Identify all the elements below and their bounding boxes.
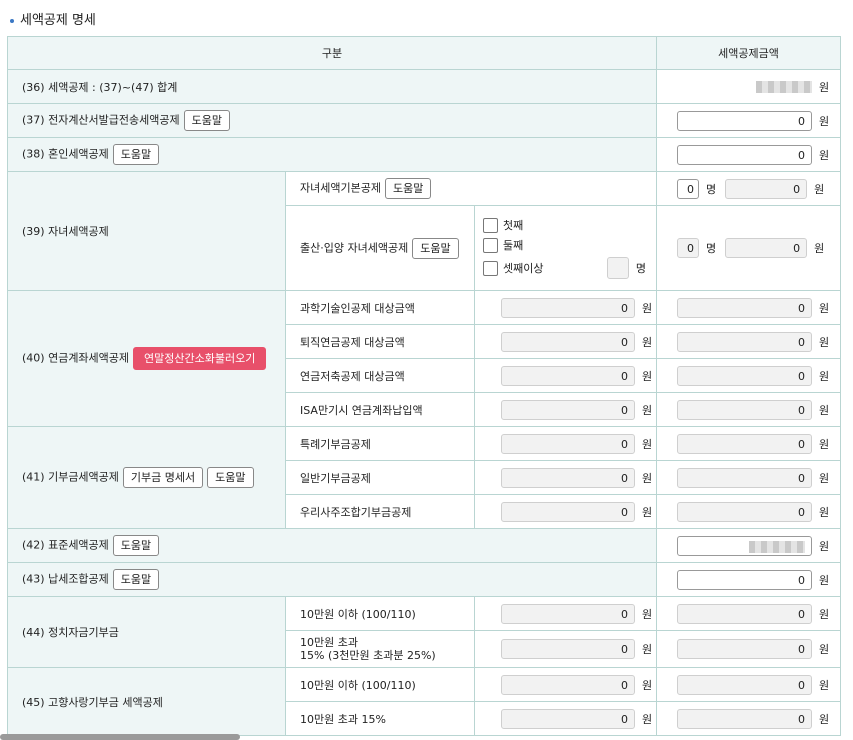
checkbox-third[interactable]: 셋째이상 명 (483, 257, 646, 279)
amount-41-1: 0 (677, 433, 813, 454)
amount-40-1: 0 (677, 297, 813, 318)
row-41-sub-1: 특례기부금공제 (285, 426, 475, 461)
section-title: 세액공제 명세 (10, 9, 96, 28)
row-40-sub-1: 과학기술인공제 대상금액 (285, 290, 475, 325)
row-43-amount: 0원 (656, 562, 842, 597)
row-38-amount: 0원 (656, 137, 842, 172)
row-44-sub-1: 10만원 이하 (100/110) (285, 596, 475, 631)
base-45-1: 0 (501, 674, 635, 695)
load-simplified-button[interactable]: 연말정산간소화불러오기 (133, 347, 267, 370)
base-44-2: 0 (501, 639, 635, 659)
amount-45-1: 0 (677, 674, 813, 695)
checkbox-second[interactable]: 둘째 (483, 237, 646, 253)
masked-value (756, 80, 813, 93)
base-40-2: 0 (501, 331, 635, 352)
row-45-sub-1: 10만원 이하 (100/110) (285, 667, 475, 702)
input-39a-count[interactable]: 0 (677, 178, 700, 199)
base-41-1: 0 (501, 433, 635, 454)
base-40-4: 0 (501, 399, 635, 420)
base-41-2: 0 (501, 467, 635, 488)
input-third-count (606, 257, 629, 279)
row-40-sub-4: ISA만기시 연금계좌납입액 (285, 392, 475, 427)
row-37-amount: 0원 (656, 103, 842, 138)
row-42-label: (42) 표준세액공제 도움말 (6, 528, 658, 563)
amount-40-4: 0 (677, 399, 813, 420)
row-44-label: (44) 정치자금기부금 (7, 596, 286, 668)
amount-41-2: 0 (677, 467, 813, 488)
input-38[interactable]: 0 (677, 144, 813, 165)
help-button-41[interactable]: 도움말 (207, 467, 254, 488)
row-36-amount: 원 (656, 69, 842, 104)
row-45-sub-2: 10만원 초과 15% (285, 701, 475, 736)
amount-44-1: 0 (677, 603, 813, 624)
input-39b-amount: 0 (725, 238, 808, 258)
row-39b-amount: 0명0원 (656, 205, 842, 291)
checkbox-box[interactable] (483, 237, 498, 253)
input-37[interactable]: 0 (677, 110, 813, 131)
horizontal-scrollbar[interactable] (0, 734, 240, 740)
donation-statement-button[interactable]: 기부금 명세서 (122, 467, 204, 488)
row-41-sub-3: 우리사주조합기부금공제 (285, 494, 475, 529)
base-40-3: 0 (501, 365, 635, 386)
input-39b-count: 0 (677, 238, 700, 258)
checkbox-box[interactable] (483, 260, 498, 276)
row-39a-label: 자녀세액기본공제 도움말 (284, 171, 658, 206)
row-43-label: (43) 납세조합공제 도움말 (6, 562, 658, 597)
amount-44-2: 0 (677, 639, 813, 659)
help-button-39a[interactable]: 도움말 (384, 178, 432, 199)
base-40-1: 0 (501, 297, 635, 318)
row-36-label: (36) 세액공제 : (37)~(47) 합계 (6, 69, 658, 104)
row-40-sub-2: 퇴직연금공제 대상금액 (285, 324, 475, 359)
base-44-1: 0 (501, 603, 635, 624)
row-39b-label: 출산·입양 자녀세액공제 도움말 (285, 205, 475, 291)
help-button-39b[interactable]: 도움말 (412, 237, 459, 259)
amount-40-2: 0 (677, 331, 813, 352)
tax-credit-table: 구분 세액공제금액 (36) 세액공제 : (37)~(47) 합계 원 (37… (6, 36, 842, 736)
help-button-43[interactable]: 도움말 (112, 569, 160, 590)
row-40-label: (40) 연금계좌세액공제 연말정산간소화불러오기 (7, 290, 286, 427)
row-44-sub-2: 10만원 초과 15% (3천만원 초과분 25%) (285, 630, 475, 668)
help-button-42[interactable]: 도움말 (112, 535, 160, 556)
input-39a-amount: 0 (725, 178, 808, 199)
row-39a-amount: 0명0원 (656, 171, 842, 206)
base-45-2: 0 (501, 708, 635, 729)
row-39b-options: 첫째 둘째 셋째이상 명 (473, 205, 658, 291)
row-39-label: (39) 자녀세액공제 (7, 171, 286, 291)
help-button-38[interactable]: 도움말 (112, 144, 160, 165)
bullet-icon (10, 18, 14, 23)
row-40-sub-3: 연금저축공제 대상금액 (285, 358, 475, 393)
row-41-label: (41) 기부금세액공제 기부금 명세서 도움말 (7, 426, 286, 529)
row-42-amount: 원 (656, 528, 842, 563)
input-42[interactable] (677, 535, 813, 556)
amount-45-2: 0 (677, 708, 813, 729)
row-37-label: (37) 전자계산서발급전송세액공제 도움말 (6, 103, 658, 138)
row-45-label: (45) 고향사랑기부금 세액공제 (7, 667, 286, 736)
help-button-37[interactable]: 도움말 (183, 110, 231, 131)
checkbox-box[interactable] (483, 217, 498, 233)
input-43[interactable]: 0 (677, 569, 813, 590)
amount-40-3: 0 (677, 365, 813, 386)
masked-value (749, 540, 806, 553)
row-38-label: (38) 혼인세액공제 도움말 (6, 137, 658, 172)
amount-41-3: 0 (677, 501, 813, 522)
header-category: 구분 (6, 36, 658, 70)
base-41-3: 0 (501, 501, 635, 522)
row-41-sub-2: 일반기부금공제 (285, 460, 475, 495)
header-amount: 세액공제금액 (656, 36, 842, 70)
checkbox-first[interactable]: 첫째 (483, 217, 646, 233)
